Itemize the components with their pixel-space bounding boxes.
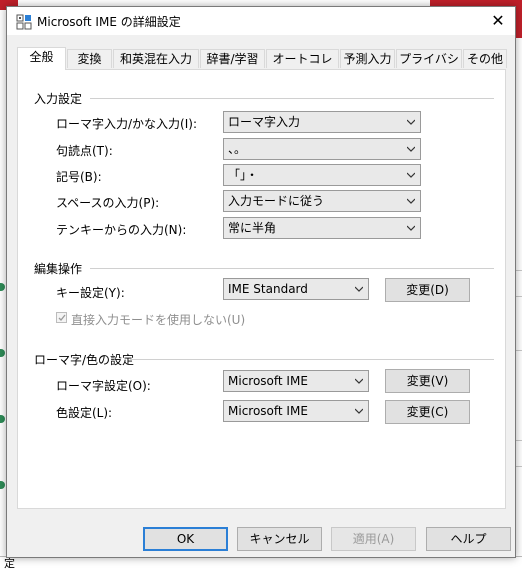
ok-label: OK <box>176 532 195 546</box>
tab-privacy[interactable]: プライバシー <box>396 49 462 85</box>
background-marker <box>0 415 5 423</box>
symbol-select[interactable]: 「」・ <box>223 164 421 186</box>
input-settings-title: 入力設定 <box>34 92 83 106</box>
symbol-value: 「」・ <box>228 168 259 182</box>
direct-input-label: 直接入力モードを使用しない(U) <box>71 313 246 327</box>
tab-predictive[interactable]: 予測入力 <box>340 49 395 68</box>
chevron-down-icon <box>355 286 363 292</box>
chevron-down-icon <box>407 172 415 178</box>
window-title: Microsoft IME の詳細設定 <box>37 15 181 29</box>
ime-app-icon <box>16 14 32 30</box>
group-divider <box>90 98 494 99</box>
change-key-settings-button[interactable]: 変更(D) <box>385 278 470 302</box>
chevron-down-icon <box>355 408 363 414</box>
help-label: ヘルプ <box>450 532 487 546</box>
numpad-input-label: テンキーからの入力(N): <box>56 223 187 237</box>
help-button[interactable]: ヘルプ <box>426 527 511 551</box>
direct-input-checkbox[interactable] <box>56 312 67 323</box>
punctuation-label: 句読点(T): <box>56 144 113 158</box>
numpad-input-value: 常に半角 <box>228 221 277 235</box>
change-key-settings-label: 変更(D) <box>406 283 449 297</box>
roman-color-title: ローマ字/色の設定 <box>34 353 135 367</box>
romaji-settings-value: Microsoft IME <box>228 374 308 388</box>
cancel-button[interactable]: キャンセル <box>237 527 322 551</box>
punctuation-value: 、。 <box>228 142 247 156</box>
symbol-label: 記号(B): <box>56 170 102 184</box>
group-divider <box>90 268 494 269</box>
tab-autocorrect[interactable]: オートコレクト <box>266 49 339 85</box>
key-settings-value: IME Standard <box>228 282 308 296</box>
ok-button[interactable]: OK <box>143 527 228 551</box>
tab-mixed-input[interactable]: 和英混在入力 <box>113 49 199 68</box>
cancel-label: キャンセル <box>249 532 310 546</box>
chevron-down-icon <box>407 198 415 204</box>
numpad-input-select[interactable]: 常に半角 <box>223 217 421 239</box>
checkmark-icon <box>58 314 66 321</box>
key-settings-select[interactable]: IME Standard <box>223 278 369 300</box>
change-color-label: 変更(C) <box>406 405 449 419</box>
chevron-down-icon <box>407 146 415 152</box>
change-romaji-label: 変更(V) <box>406 374 449 388</box>
space-input-select[interactable]: 入力モードに従う <box>223 190 421 212</box>
change-color-button[interactable]: 変更(C) <box>385 400 470 424</box>
apply-button[interactable]: 適用(A) <box>331 527 416 551</box>
color-settings-select[interactable]: Microsoft IME <box>223 400 369 422</box>
space-input-label: スペースの入力(P): <box>56 196 160 210</box>
chevron-down-icon <box>407 119 415 125</box>
title-bar[interactable]: Microsoft IME の詳細設定 ✕ <box>7 7 515 35</box>
apply-label: 適用(A) <box>352 532 395 546</box>
space-input-value: 入力モードに従う <box>228 194 325 208</box>
change-romaji-button[interactable]: 変更(V) <box>385 369 470 393</box>
romaji-kana-value: ローマ字入力 <box>228 115 301 129</box>
tab-other[interactable]: その他 <box>463 49 507 68</box>
direct-input-checkbox-row: 直接入力モードを使用しない(U) <box>56 311 256 327</box>
background-marker <box>0 283 5 291</box>
close-button[interactable]: ✕ <box>481 7 515 35</box>
tab-dictionary[interactable]: 辞書/学習 <box>200 49 265 68</box>
color-settings-value: Microsoft IME <box>228 404 308 418</box>
color-settings-label: 色設定(L): <box>56 406 113 420</box>
romaji-kana-select[interactable]: ローマ字入力 <box>223 111 421 133</box>
romaji-kana-label: ローマ字入力/かな入力(I): <box>56 117 197 131</box>
edit-ops-title: 編集操作 <box>34 262 83 276</box>
chevron-down-icon <box>407 225 415 231</box>
tab-conversion[interactable]: 変換 <box>67 49 112 68</box>
romaji-settings-label: ローマ字設定(O): <box>56 379 151 393</box>
close-icon: ✕ <box>491 11 505 30</box>
general-tab-panel: 入力設定 ローマ字入力/かな入力(I): ローマ字入力 句読点(T): 、。 記… <box>17 69 506 509</box>
background-marker <box>0 349 5 357</box>
romaji-settings-select[interactable]: Microsoft IME <box>223 370 369 392</box>
tab-general[interactable]: 全般 <box>17 47 66 70</box>
chevron-down-icon <box>355 378 363 384</box>
key-settings-label: キー設定(Y): <box>56 286 125 300</box>
background-marker <box>0 481 5 489</box>
group-divider <box>130 359 494 360</box>
punctuation-select[interactable]: 、。 <box>223 138 421 160</box>
ime-settings-dialog: Microsoft IME の詳細設定 ✕ 全般 変換 和英混在入力 辞書/学習… <box>6 6 516 558</box>
